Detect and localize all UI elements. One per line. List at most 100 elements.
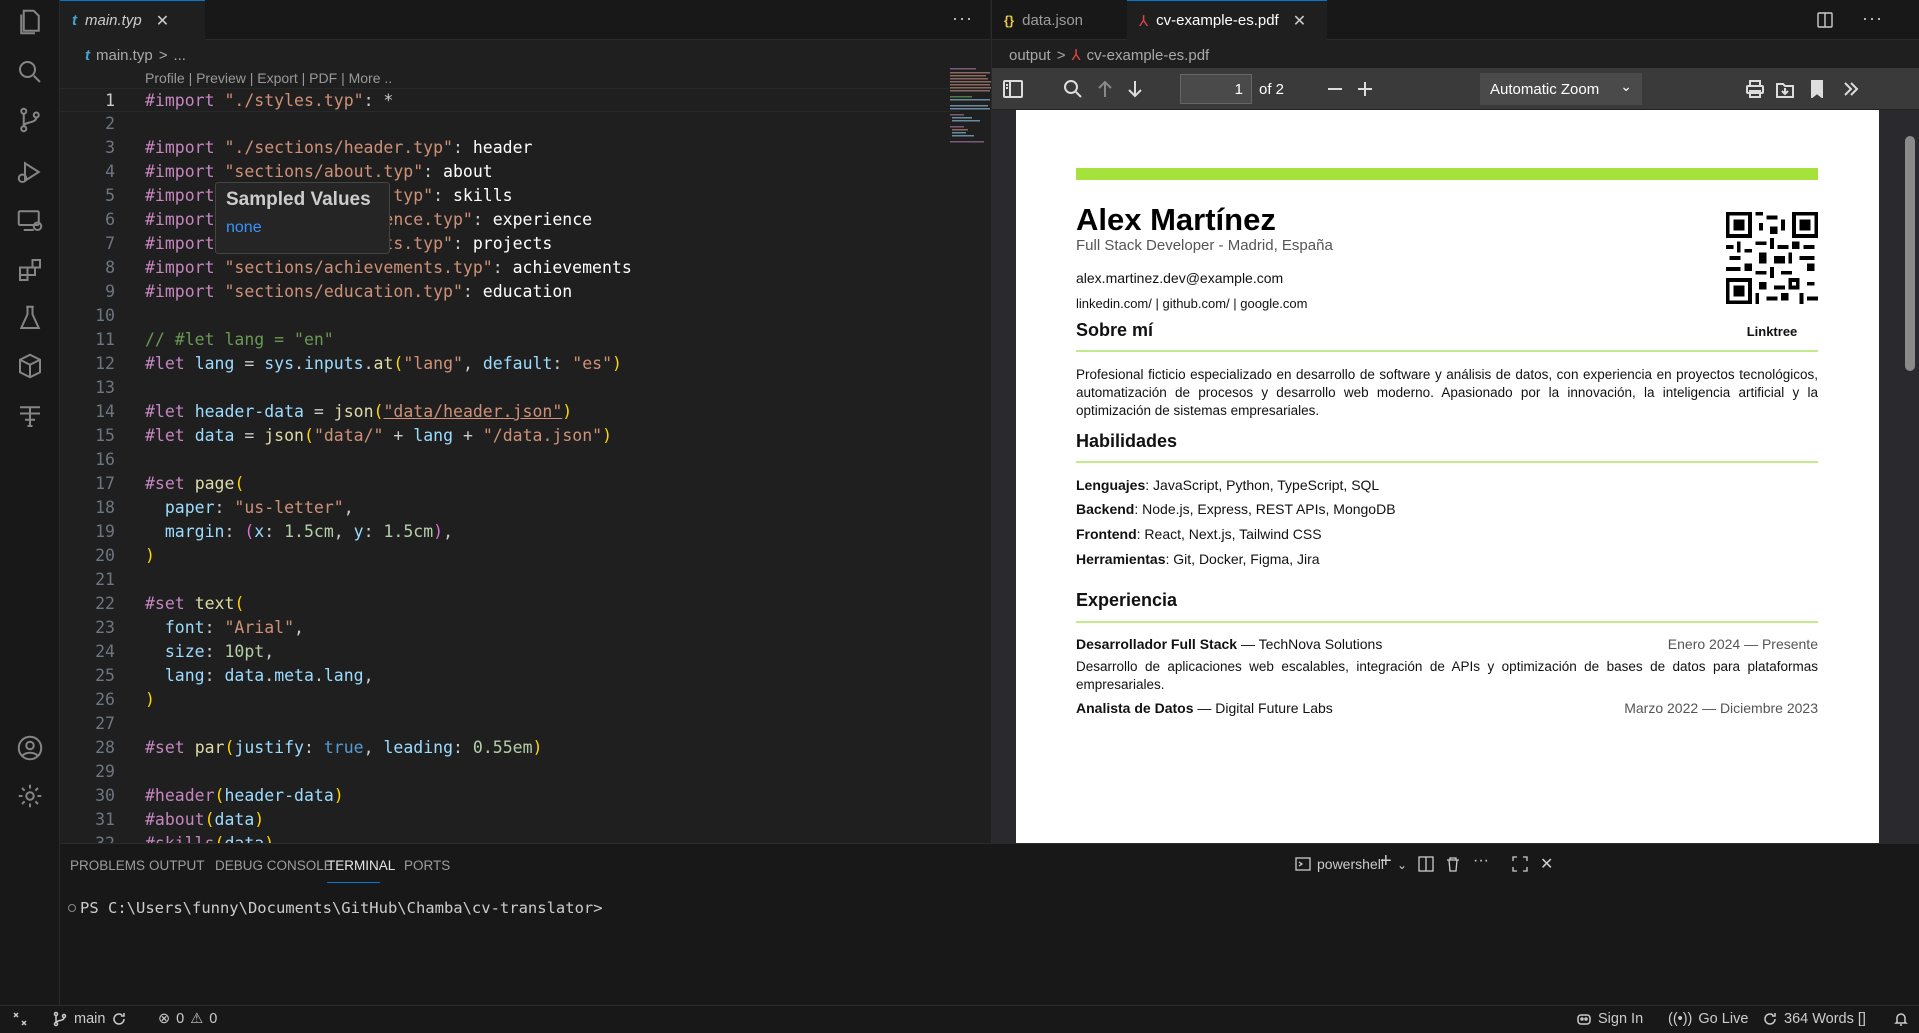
line-number: 14	[95, 402, 115, 421]
pdf-viewport[interactable]: Alex Martínez Full Stack Developer - Mad…	[992, 110, 1919, 843]
chevron-down-icon: ⌄	[1620, 78, 1632, 94]
experience-header: Desarrollador Full Stack — TechNova Solu…	[1076, 636, 1818, 652]
word-count[interactable]: 364 Words []	[1762, 1011, 1866, 1027]
tools-expand-icon[interactable]	[1838, 76, 1864, 102]
warning-icon: ⚠	[190, 1011, 204, 1027]
more-actions-icon[interactable]: ···	[1473, 852, 1489, 870]
bottom-panel: PROBLEMS OUTPUT DEBUG CONSOLE TERMINAL P…	[60, 843, 1919, 1005]
line-number: 9	[105, 282, 115, 301]
more-actions-icon[interactable]: ···	[1862, 8, 1883, 29]
hover-title: Sampled Values	[226, 189, 371, 210]
zoom-select[interactable]: Automatic Zoom ⌄	[1480, 73, 1642, 105]
tab-terminal[interactable]: TERMINAL	[327, 858, 395, 873]
code-line: 24 size: 10pt,	[60, 640, 960, 664]
run-debug-icon[interactable]	[10, 152, 50, 192]
tab-main-typ[interactable]: t main.typ ✕	[60, 0, 205, 40]
line-number: 17	[95, 474, 115, 493]
line-number: 23	[95, 618, 115, 637]
qr-label: Linktree	[1746, 324, 1798, 339]
branch-indicator[interactable]: main	[52, 1011, 127, 1027]
terminal-prompt[interactable]: PS C:\Users\funny\Documents\GitHub\Chamb…	[80, 899, 603, 917]
breadcrumb-folder[interactable]: output	[1009, 47, 1051, 64]
save-icon[interactable]	[1772, 76, 1798, 102]
tab-output[interactable]: OUTPUT	[149, 858, 205, 873]
qr-code[interactable]	[1726, 212, 1818, 304]
problems-indicator[interactable]: ⊗ 0 ⚠ 0	[158, 1011, 217, 1027]
sync-icon	[1764, 1013, 1776, 1025]
line-number: 15	[95, 426, 115, 445]
line-number: 25	[95, 666, 115, 685]
breadcrumb-file[interactable]: cv-example-es.pdf	[1087, 47, 1210, 64]
terminal-status-dot	[68, 904, 76, 912]
code-line: 13	[60, 376, 960, 400]
testing-icon[interactable]	[10, 298, 50, 338]
extensions-icon[interactable]	[10, 250, 50, 290]
cv-email[interactable]: alex.martinez.dev@example.com	[1076, 270, 1283, 286]
split-terminal-icon[interactable]	[1418, 856, 1434, 875]
section-title-skills: Habilidades	[1076, 431, 1178, 451]
containers-icon[interactable]	[10, 346, 50, 386]
copilot-icon	[1577, 1014, 1591, 1025]
breadcrumb-symbol[interactable]: ...	[173, 47, 186, 64]
maximize-panel-icon[interactable]	[1512, 856, 1528, 875]
sidebar-toggle-icon[interactable]	[1000, 76, 1026, 102]
zoom-in-icon[interactable]	[1352, 76, 1378, 102]
cv-links[interactable]: linkedin.com/ | github.com/ | google.com	[1076, 296, 1307, 311]
code-line: 16	[60, 448, 960, 472]
line-number: 30	[95, 786, 115, 805]
go-live-button[interactable]: ((•)) Go Live	[1668, 1011, 1748, 1027]
print-icon[interactable]	[1742, 76, 1768, 102]
line-number: 19	[95, 522, 115, 541]
about-paragraph: Profesional ficticio especializado en de…	[1076, 367, 1818, 418]
breadcrumb-file[interactable]: main.typ	[96, 47, 153, 64]
tab-debug-console[interactable]: DEBUG CONSOLE	[215, 858, 333, 873]
find-icon[interactable]	[1060, 76, 1086, 102]
code-line: 32#skills(data)	[60, 832, 960, 843]
source-control-icon[interactable]	[10, 100, 50, 140]
code-line: 17 #set page(	[60, 472, 960, 496]
explorer-icon[interactable]	[10, 2, 50, 42]
sign-in-button[interactable]: Sign In	[1576, 1011, 1643, 1027]
tab-cv-pdf[interactable]: ⅄ cv-example-es.pdf ✕	[1127, 0, 1327, 40]
settings-gear-icon[interactable]	[10, 776, 50, 816]
remote-icon[interactable]	[12, 1011, 28, 1027]
tab-data-json[interactable]: {} data.json	[992, 0, 1127, 40]
branch-name: main	[74, 1011, 106, 1027]
code-editor[interactable]: 1 #import "./styles.typ": * 2 3 #import ".…	[60, 88, 960, 843]
code-line: 19 margin: (x: 1.5cm, y: 1.5cm),	[60, 520, 960, 544]
code-line: 21	[60, 568, 960, 592]
codelens-actions[interactable]: Profile | Preview | Export | PDF | More …	[145, 70, 392, 86]
line-number: 20	[95, 546, 115, 565]
code-line: 22 #set text(	[60, 592, 960, 616]
page-number-input[interactable]	[1180, 74, 1252, 104]
line-number: 32	[60, 832, 115, 843]
chevron-down-icon[interactable]: ⌄	[1397, 858, 1407, 872]
code-line: 8 #import "sections/achievements.typ": ac…	[60, 256, 960, 280]
skill-row: Frontend: React, Next.js, Tailwind CSS	[1076, 526, 1322, 542]
new-terminal-icon[interactable]: +	[1380, 850, 1392, 873]
typst-icon[interactable]	[10, 396, 50, 436]
trash-icon[interactable]	[1445, 856, 1461, 875]
tab-problems[interactable]: PROBLEMS	[70, 858, 145, 873]
search-icon[interactable]	[10, 52, 50, 92]
code-line: 2	[60, 112, 960, 136]
terminal-selector[interactable]: powershell	[1295, 856, 1384, 872]
editor-group-code: t main.typ ✕ ··· t main.typ > ... Profil…	[60, 0, 1050, 843]
code-line: 12 #let lang = sys.inputs.at("lang", defa…	[60, 352, 960, 376]
next-page-icon[interactable]	[1122, 76, 1148, 102]
bookmark-icon[interactable]	[1804, 76, 1830, 102]
zoom-out-icon[interactable]	[1322, 76, 1348, 102]
pdf-scrollbar[interactable]	[1905, 118, 1915, 843]
close-icon[interactable]: ✕	[156, 11, 169, 31]
tab-ports[interactable]: PORTS	[404, 858, 450, 873]
more-actions-icon[interactable]: ···	[952, 8, 973, 29]
code-line: 27	[60, 712, 960, 736]
split-editor-icon[interactable]	[1812, 7, 1838, 33]
close-icon[interactable]: ✕	[1293, 11, 1306, 31]
account-icon[interactable]	[10, 728, 50, 768]
line-number: 27	[95, 714, 115, 733]
previous-page-icon[interactable]	[1092, 76, 1118, 102]
notifications-bell-icon[interactable]	[1893, 1011, 1909, 1027]
remote-explorer-icon[interactable]	[10, 200, 50, 240]
close-panel-icon[interactable]: ✕	[1540, 854, 1553, 874]
